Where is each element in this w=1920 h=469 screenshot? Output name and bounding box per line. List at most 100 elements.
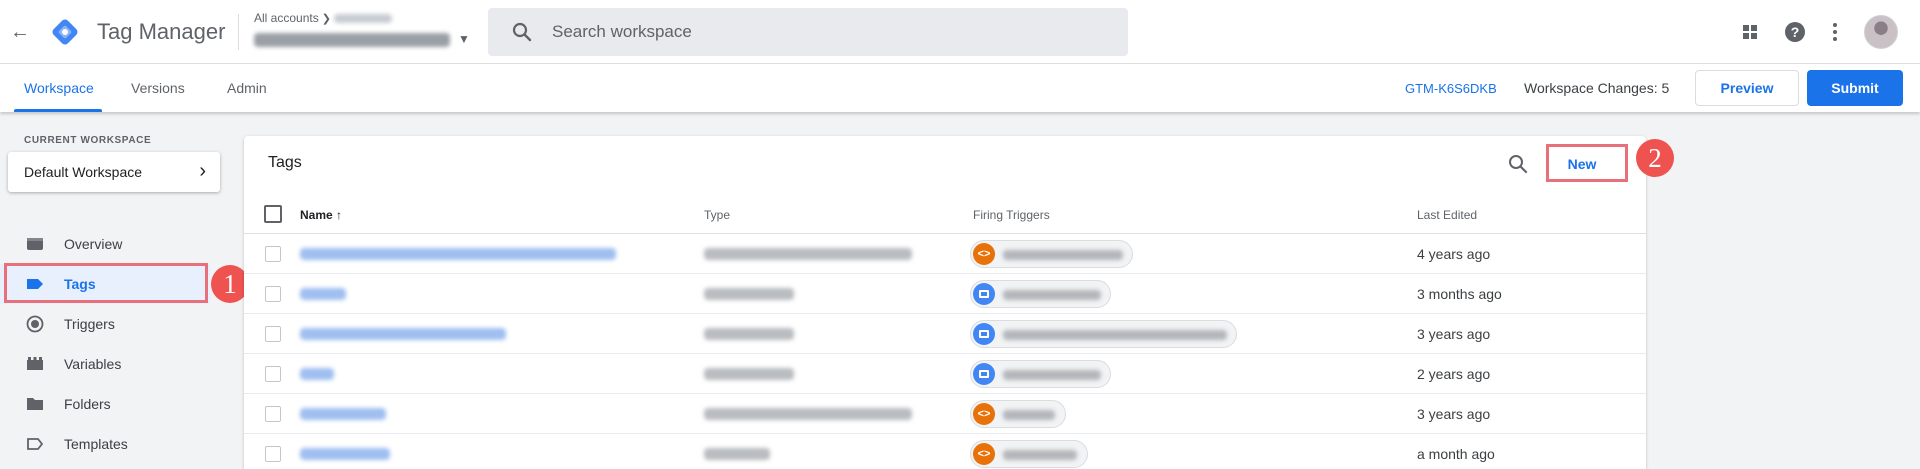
app-title: Tag Manager	[97, 19, 226, 44]
last-edited: 4 years ago	[1417, 246, 1491, 262]
table-row[interactable]: 3 years ago	[244, 314, 1646, 354]
tag-name-redacted[interactable]	[300, 448, 390, 460]
sidebar-item-triggers[interactable]: Triggers	[0, 304, 210, 344]
container-selector[interactable]	[254, 30, 454, 50]
table-header: Name ↑ Type Firing Triggers Last Edited	[244, 194, 1646, 234]
trigger-chip[interactable]: <>	[970, 400, 1066, 428]
container-name-redacted	[254, 33, 450, 48]
trigger-chip[interactable]: <>	[970, 240, 1133, 268]
trigger-name-redacted	[1003, 410, 1055, 420]
tab-workspace[interactable]: Workspace	[24, 80, 94, 96]
all-accounts-link[interactable]: All accounts	[254, 11, 319, 25]
svg-text:?: ?	[1791, 24, 1800, 40]
last-edited: 2 years ago	[1417, 366, 1491, 382]
last-edited: 3 years ago	[1417, 406, 1491, 422]
sidebar-item-templates[interactable]: Templates	[0, 424, 210, 464]
more-vert-icon[interactable]	[1823, 20, 1847, 44]
current-workspace-label: CURRENT WORKSPACE	[24, 135, 152, 146]
variables-icon	[27, 357, 43, 370]
submit-button[interactable]: Submit	[1807, 70, 1903, 106]
table-row[interactable]: <> a month ago	[244, 434, 1646, 469]
sidebar-item-label: Variables	[64, 356, 122, 372]
row-checkbox[interactable]	[265, 366, 281, 382]
sort-ascending-icon: ↑	[336, 208, 343, 222]
search-bar[interactable]	[488, 8, 1128, 56]
tab-versions[interactable]: Versions	[131, 80, 185, 96]
column-header-name[interactable]: Name ↑	[300, 208, 342, 222]
trigger-name-redacted	[1003, 370, 1101, 380]
divider	[238, 14, 239, 50]
folder-icon	[27, 398, 43, 410]
trigger-chip[interactable]	[970, 280, 1111, 308]
custom-event-trigger-icon: <>	[973, 243, 995, 265]
search-icon	[512, 22, 532, 42]
tab-admin[interactable]: Admin	[227, 80, 267, 96]
table-row[interactable]: <> 4 years ago	[244, 234, 1646, 274]
tag-name-redacted[interactable]	[300, 368, 334, 380]
column-header-last-edited[interactable]: Last Edited	[1417, 208, 1477, 222]
row-checkbox[interactable]	[265, 406, 281, 422]
table-row[interactable]: 2 years ago	[244, 354, 1646, 394]
column-header-firing-triggers[interactable]: Firing Triggers	[973, 208, 1050, 222]
page-view-trigger-icon	[973, 283, 995, 305]
trigger-name-redacted	[1003, 290, 1101, 300]
dropdown-arrow-icon[interactable]: ▼	[458, 32, 470, 46]
column-header-type[interactable]: Type	[704, 208, 730, 222]
row-checkbox[interactable]	[265, 326, 281, 342]
row-checkbox[interactable]	[265, 286, 281, 302]
avatar[interactable]	[1864, 15, 1898, 49]
workspace-nav-bar: Workspace Versions Admin GTM-K6S6DKB Wor…	[0, 64, 1920, 112]
workspace-changes-count: Workspace Changes: 5	[1524, 80, 1670, 96]
select-all-checkbox[interactable]	[264, 205, 282, 223]
workspace-selector[interactable]: Default Workspace ›	[8, 152, 220, 192]
custom-event-trigger-icon: <>	[973, 403, 995, 425]
tag-type-redacted	[704, 368, 794, 380]
sidebar-item-overview[interactable]: Overview	[0, 224, 210, 264]
trigger-name-redacted	[1003, 330, 1227, 340]
new-button-highlight-box	[1546, 144, 1628, 182]
page-view-trigger-icon	[973, 363, 995, 385]
tag-name-redacted[interactable]	[300, 288, 346, 300]
sidebar-item-variables[interactable]: Variables	[0, 344, 210, 384]
table-row[interactable]: 3 months ago	[244, 274, 1646, 314]
trigger-chip[interactable]: <>	[970, 440, 1088, 468]
table-row[interactable]: <> 3 years ago	[244, 394, 1646, 434]
preview-button[interactable]: Preview	[1695, 70, 1799, 106]
container-id-link[interactable]: GTM-K6S6DKB	[1405, 81, 1497, 96]
tag-name-redacted[interactable]	[300, 328, 506, 340]
tag-name-redacted[interactable]	[300, 408, 386, 420]
trigger-name-redacted	[1003, 250, 1123, 260]
apps-grid-icon[interactable]	[1738, 20, 1762, 44]
active-tab-indicator	[14, 109, 102, 112]
search-icon[interactable]	[1506, 152, 1530, 176]
last-edited: 3 months ago	[1417, 286, 1502, 302]
tag-type-redacted	[704, 248, 912, 260]
back-arrow-icon[interactable]: ←	[8, 20, 32, 44]
tag-type-redacted	[704, 288, 794, 300]
row-checkbox[interactable]	[265, 246, 281, 262]
search-input[interactable]	[552, 18, 1112, 46]
last-edited: a month ago	[1417, 446, 1495, 462]
workspace-name: Default Workspace	[24, 164, 143, 180]
row-checkbox[interactable]	[265, 446, 281, 462]
tag-type-redacted	[704, 408, 912, 420]
chevron-right-icon: ›	[199, 160, 206, 182]
sidebar-item-folders[interactable]: Folders	[0, 384, 210, 424]
trigger-chip[interactable]	[970, 360, 1111, 388]
tags-panel: Tags New Name ↑ Type Firing Triggers Las…	[244, 136, 1646, 469]
overview-icon	[27, 238, 43, 250]
trigger-name-redacted	[1003, 450, 1077, 460]
tag-type-redacted	[704, 328, 794, 340]
tag-name-redacted[interactable]	[300, 248, 616, 260]
tag-manager-logo-icon[interactable]	[48, 15, 82, 49]
sidebar-item-label: Overview	[64, 236, 123, 252]
sidebar-item-label: Folders	[64, 396, 111, 412]
account-breadcrumb[interactable]: All accounts ❯	[254, 11, 392, 25]
trigger-chip[interactable]	[970, 320, 1237, 348]
page-view-trigger-icon	[973, 323, 995, 345]
panel-title: Tags	[268, 154, 302, 171]
trigger-icon	[26, 315, 44, 333]
help-icon[interactable]: ?	[1783, 20, 1807, 44]
top-app-bar: ← Tag Manager All accounts❯ ▼ ?	[0, 0, 1920, 64]
chevron-right-icon: ❯	[321, 13, 331, 25]
